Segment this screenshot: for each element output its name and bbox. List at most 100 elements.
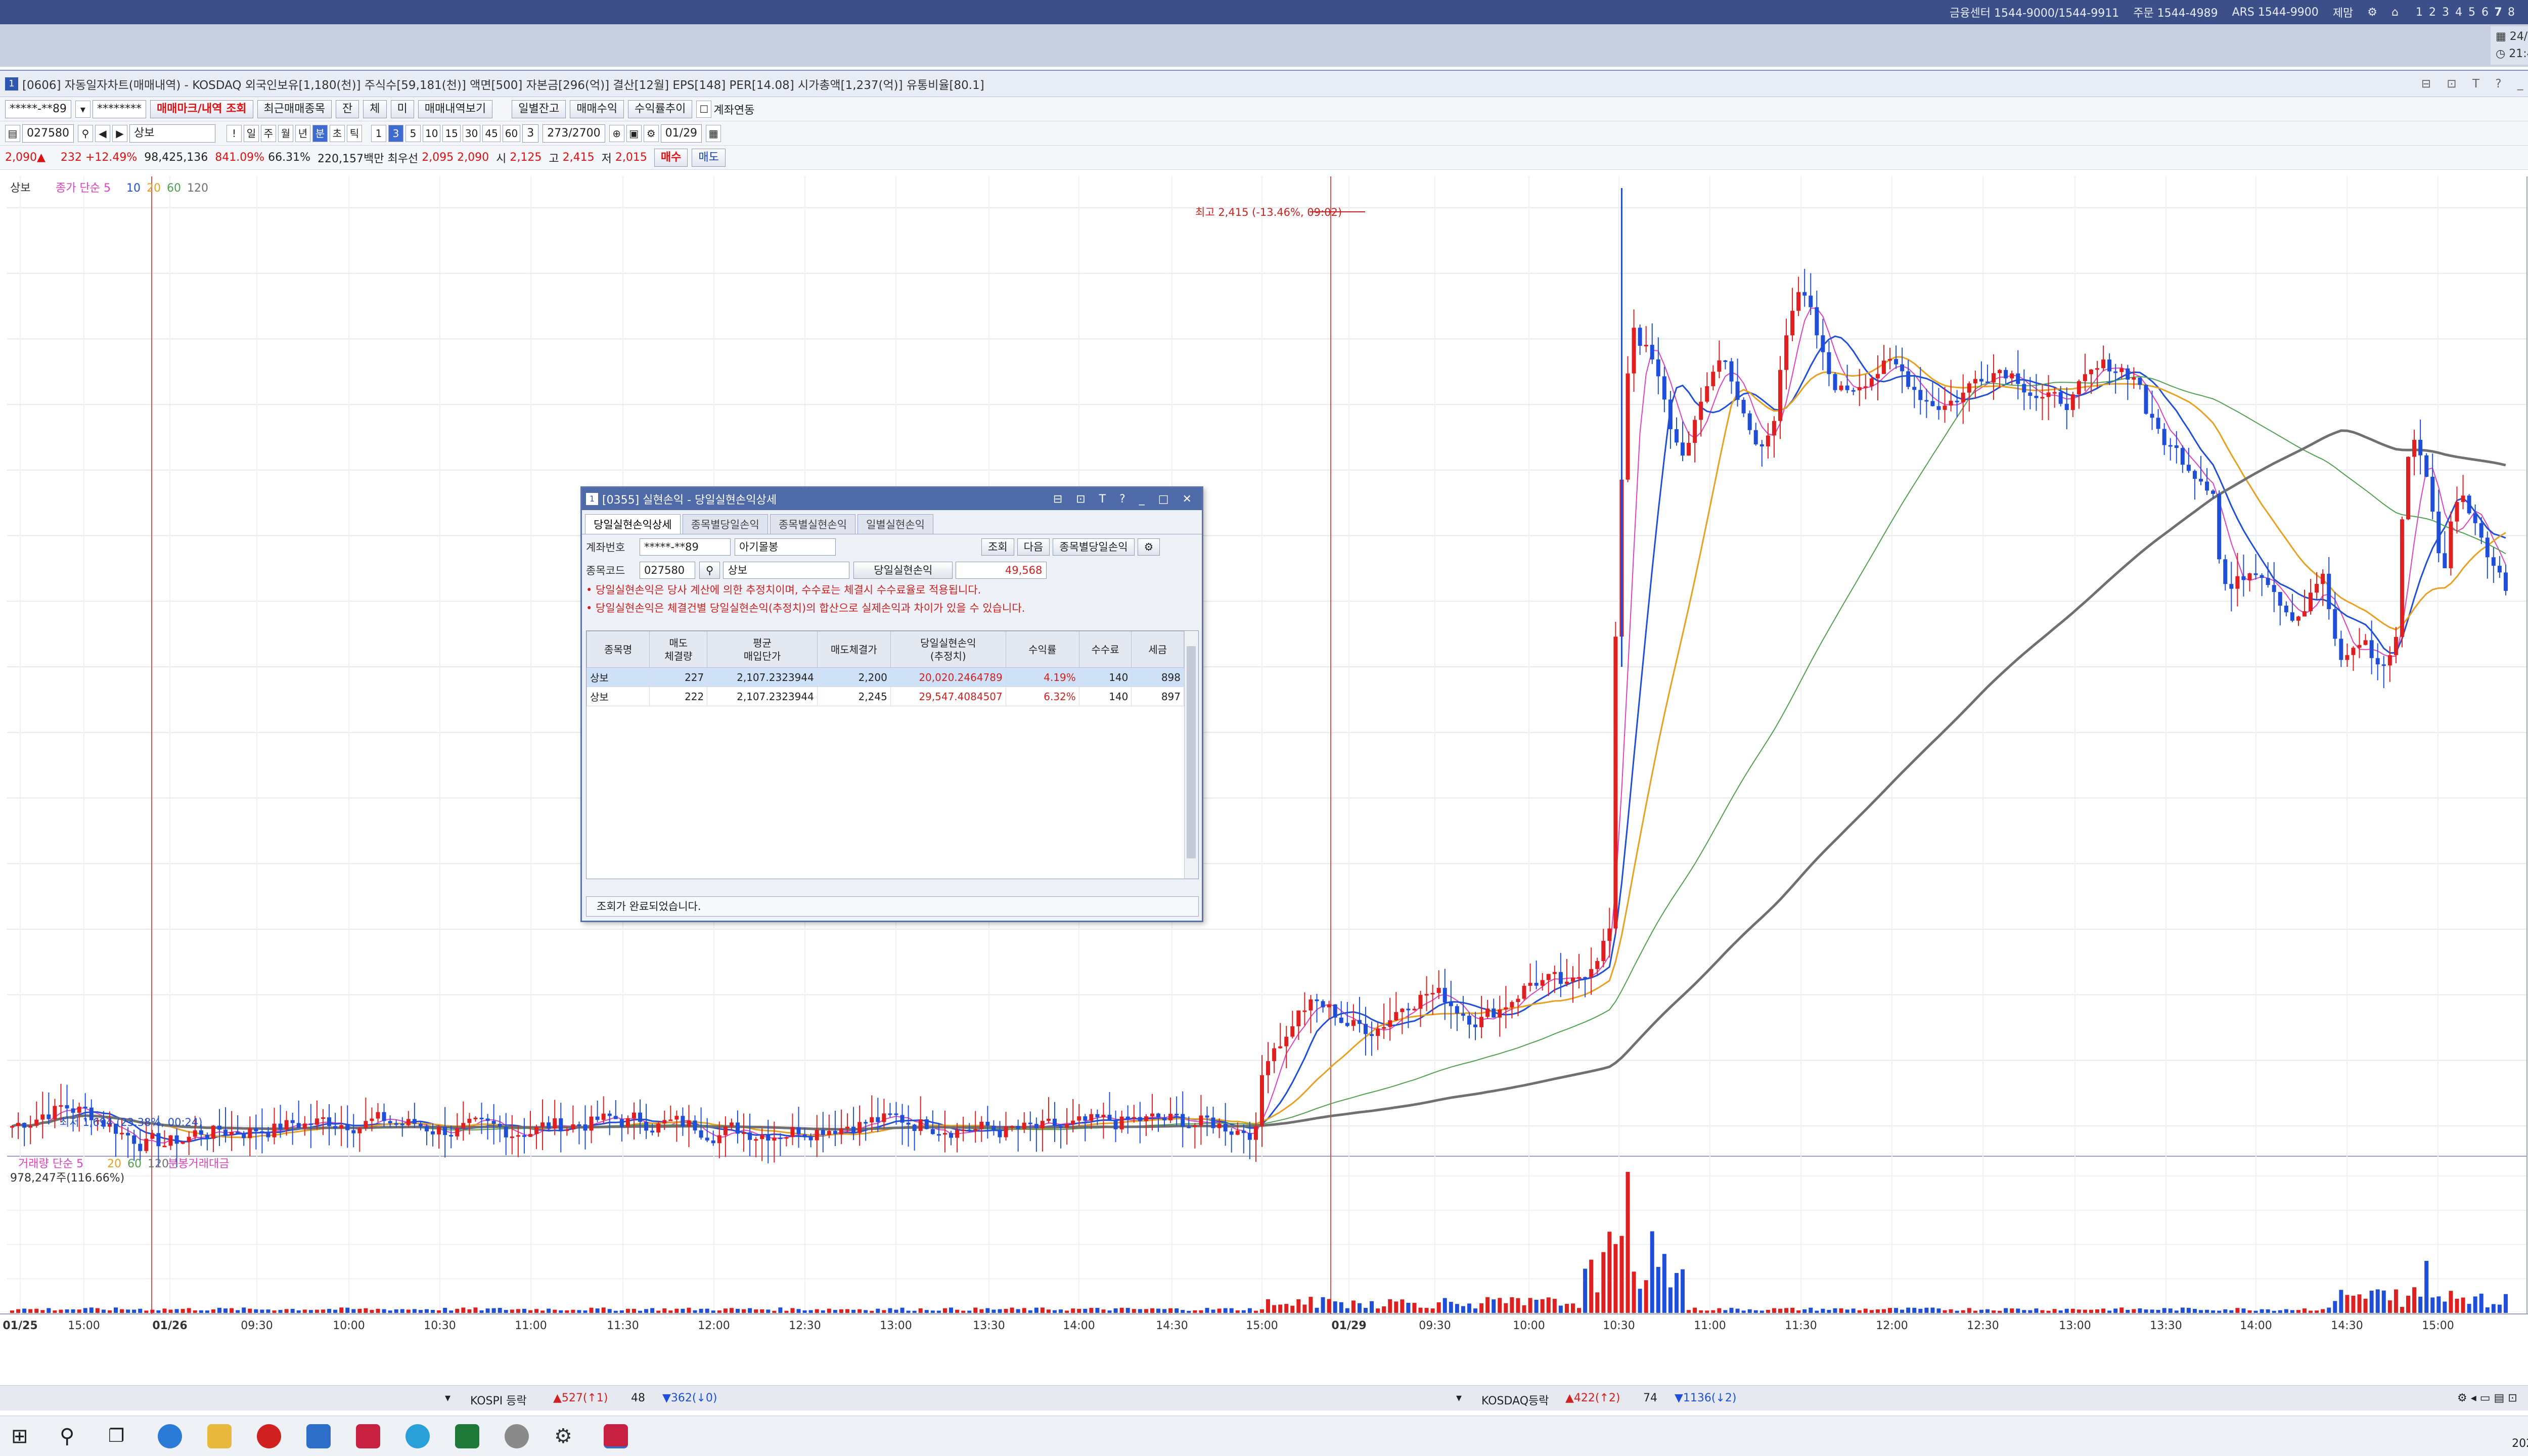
tray-settings-icon[interactable]: ⚙ ◂ ▭ ▤ ⊡ bbox=[2457, 1392, 2517, 1404]
recorder-icon[interactable] bbox=[257, 1424, 281, 1448]
table-row[interactable]: 상보 227 2,107.2323944 2,200 20,020.2464789 4.1… bbox=[586, 667, 1184, 687]
tray-clock[interactable]: 오후 9:42 2024-01-29 bbox=[2512, 1421, 2528, 1451]
trade-profit-button[interactable]: 매매수익 bbox=[570, 100, 624, 118]
workspace-number-7[interactable]: 7 bbox=[2492, 6, 2505, 19]
excel-icon[interactable] bbox=[455, 1424, 479, 1448]
dialog-code-field[interactable]: 027580 bbox=[640, 562, 695, 579]
view-trades-button[interactable]: 매매내역보기 bbox=[418, 100, 493, 118]
dialog-account-field[interactable]: *****-**89 bbox=[640, 538, 731, 556]
telegram-icon[interactable] bbox=[405, 1424, 430, 1448]
file-explorer-icon[interactable] bbox=[207, 1424, 232, 1448]
alert-icon[interactable]: ! bbox=[226, 124, 242, 142]
account-link-checkbox[interactable]: ☐ bbox=[696, 100, 712, 118]
trading-app-icon[interactable] bbox=[356, 1424, 380, 1448]
kospi-dropdown-icon[interactable]: ▾ bbox=[445, 1392, 450, 1404]
stock-name-field[interactable]: 상보 bbox=[129, 124, 215, 143]
minute-button-10[interactable]: 10 bbox=[422, 124, 441, 142]
column-header-5[interactable]: 수익률 bbox=[1005, 631, 1079, 668]
dialog-tab-0[interactable]: 당일실현손익상세 bbox=[585, 514, 681, 534]
prev-arrow-icon[interactable]: ◀ bbox=[95, 124, 110, 142]
dialog-settings-icon[interactable]: ⚙ bbox=[1137, 538, 1160, 556]
period-button-5[interactable]: 초 bbox=[329, 124, 345, 142]
dialog-search-icon[interactable]: ⚲ bbox=[699, 562, 720, 579]
workspace-number-6[interactable]: 6 bbox=[2478, 6, 2492, 19]
minute-button-3[interactable]: 3 bbox=[388, 124, 403, 142]
workspace-number-2[interactable]: 2 bbox=[2426, 6, 2439, 19]
profit-trend-button[interactable]: 수익률추이 bbox=[628, 100, 693, 118]
workspace-number-1[interactable]: 1 bbox=[2413, 6, 2426, 19]
minute-button-1[interactable]: 1 bbox=[371, 124, 386, 142]
dialog-title-bar[interactable]: 1 [0355] 실현손익 - 당일실현손익상세 ⊟ ⊡ T ? _ □ ✕ bbox=[582, 488, 1202, 510]
scrollbar-thumb[interactable] bbox=[1187, 646, 1196, 858]
column-header-0[interactable]: 종목명 bbox=[586, 631, 650, 668]
table-scrollbar[interactable] bbox=[1184, 631, 1198, 879]
interval-count-field[interactable]: 3 bbox=[522, 124, 539, 143]
unfilled-button[interactable]: 미 bbox=[390, 100, 414, 118]
workspace-number-8[interactable]: 8 bbox=[2505, 6, 2518, 19]
workspace-number-4[interactable]: 4 bbox=[2452, 6, 2465, 19]
workspace-number-3[interactable]: 3 bbox=[2439, 6, 2452, 19]
dialog-tab-2[interactable]: 종목별실현손익 bbox=[770, 514, 856, 534]
chart-window-controls[interactable]: ⊟ ⊡ T ? _ □ ✕ bbox=[2421, 77, 2528, 90]
edge-browser-icon[interactable] bbox=[158, 1424, 182, 1448]
save-icon[interactable]: ▣ bbox=[626, 124, 642, 142]
column-header-6[interactable]: 수수료 bbox=[1078, 631, 1132, 668]
account-field[interactable]: *****-**89 bbox=[5, 100, 71, 118]
column-header-1[interactable]: 매도 체결량 bbox=[649, 631, 708, 668]
settings-icon[interactable]: ⚙ bbox=[2367, 6, 2377, 19]
dialog-tab-1[interactable]: 종목별당일손익 bbox=[682, 514, 768, 534]
table-row[interactable]: 상보 222 2,107.2323944 2,245 29,547.4084507 6.3… bbox=[586, 687, 1184, 706]
next-button[interactable]: 다음 bbox=[1017, 538, 1050, 556]
range-field[interactable]: 273/2700 bbox=[543, 124, 605, 143]
dialog-tab-3[interactable]: 일별실현손익 bbox=[857, 514, 933, 534]
trade-mark-button[interactable]: 매매마크/내역 조회 bbox=[150, 100, 253, 118]
minute-button-15[interactable]: 15 bbox=[442, 124, 461, 142]
sell-button[interactable]: 매도 bbox=[692, 148, 726, 167]
search-icon[interactable]: ⚲ bbox=[60, 1424, 84, 1448]
dialog-name-field[interactable]: 상보 bbox=[723, 562, 850, 579]
next-arrow-icon[interactable]: ▶ bbox=[112, 124, 127, 142]
recent-trades-button[interactable]: 최근매매종목 bbox=[257, 100, 332, 118]
minute-button-30[interactable]: 30 bbox=[462, 124, 481, 142]
filled-button[interactable]: 체 bbox=[363, 100, 387, 118]
workspace-numbers[interactable]: 12345678 bbox=[2413, 6, 2518, 19]
date-field[interactable]: 01/29 bbox=[660, 124, 702, 143]
period-button-6[interactable]: 틱 bbox=[346, 124, 362, 142]
query-button[interactable]: 조회 bbox=[981, 538, 1014, 556]
period-button-3[interactable]: 년 bbox=[295, 124, 310, 142]
period-button-2[interactable]: 월 bbox=[278, 124, 293, 142]
price-chart[interactable]: 2,4002,3502,3002,2502,2002,1502,1002,050… bbox=[0, 176, 2528, 1349]
minute-button-45[interactable]: 45 bbox=[482, 124, 501, 142]
settings-icon[interactable]: ⚙ bbox=[643, 124, 659, 142]
minute-button-60[interactable]: 60 bbox=[502, 124, 521, 142]
daily-balance-button[interactable]: 일별잔고 bbox=[512, 100, 566, 118]
menu-label[interactable]: 제맘 bbox=[2333, 4, 2353, 20]
mail-icon[interactable] bbox=[306, 1424, 331, 1448]
period-button-1[interactable]: 주 bbox=[260, 124, 276, 142]
stock-code-field[interactable]: 027580 bbox=[22, 124, 74, 143]
by-stock-pnl-button[interactable]: 종목별당일손익 bbox=[1053, 538, 1135, 556]
home-icon[interactable]: ⌂ bbox=[2391, 6, 2399, 19]
calendar-icon[interactable]: ▦ bbox=[706, 124, 721, 142]
kosdaq-dropdown-icon[interactable]: ▾ bbox=[1456, 1392, 1462, 1404]
windows-start-icon[interactable]: ⊞ bbox=[11, 1424, 35, 1448]
column-header-4[interactable]: 당일실현손익 (추정치) bbox=[890, 631, 1006, 668]
workspace-number-5[interactable]: 5 bbox=[2465, 6, 2478, 19]
search-icon[interactable]: ⚲ bbox=[77, 124, 93, 142]
password-field[interactable]: ******** bbox=[92, 100, 146, 118]
phone-ars[interactable]: ARS 1544-9900 bbox=[2232, 6, 2319, 19]
account-dropdown-icon[interactable]: ▾ bbox=[75, 100, 91, 118]
column-header-3[interactable]: 매도체결가 bbox=[817, 631, 891, 668]
minute-button-5[interactable]: 5 bbox=[405, 124, 421, 142]
period-button-0[interactable]: 일 bbox=[243, 124, 259, 142]
buy-button[interactable]: 매수 bbox=[654, 148, 688, 167]
zoom-icon[interactable]: ⊕ bbox=[609, 124, 624, 142]
period-button-4[interactable]: 분 bbox=[312, 124, 328, 142]
column-header-7[interactable]: 세금 bbox=[1131, 631, 1184, 668]
app-icon[interactable] bbox=[505, 1424, 529, 1448]
column-header-2[interactable]: 평균 매입단가 bbox=[707, 631, 818, 668]
chart-type-icon[interactable]: ▤ bbox=[5, 124, 20, 142]
balance-button[interactable]: 잔 bbox=[336, 100, 359, 118]
task-view-icon[interactable]: ❐ bbox=[108, 1424, 132, 1448]
settings-gear-icon[interactable]: ⚙ bbox=[554, 1424, 578, 1448]
